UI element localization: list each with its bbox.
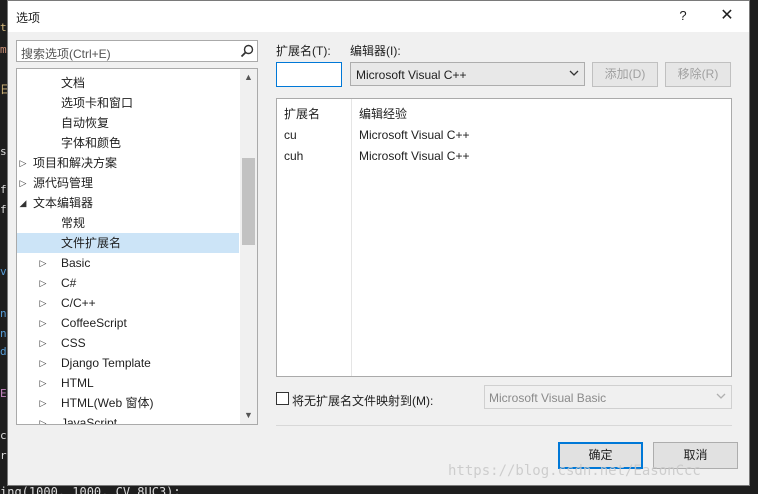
tree-item-label: 文本编辑器 xyxy=(33,196,94,210)
collapsed-arrow-icon[interactable]: ▷ xyxy=(37,293,49,313)
map-editor-select-value: Microsoft Visual Basic xyxy=(489,391,607,405)
tree-item[interactable]: 常规 xyxy=(17,213,239,233)
table-row-editor[interactable]: Microsoft Visual C++ xyxy=(359,149,470,163)
table-row-extension[interactable]: cu xyxy=(284,128,297,142)
tree-item-label: CSS xyxy=(61,336,86,350)
extension-table: 扩展名 编辑经验 cu Microsoft Visual C++ cuh Mic… xyxy=(276,98,732,377)
tree-item-label: C/C++ xyxy=(61,296,96,310)
collapsed-arrow-icon[interactable]: ▷ xyxy=(37,353,49,373)
tree-item[interactable]: ◢ 文本编辑器 xyxy=(17,193,239,213)
tree-item[interactable]: 自动恢复 xyxy=(17,113,239,133)
search-input[interactable]: 搜索选项(Ctrl+E) xyxy=(16,40,258,62)
collapsed-arrow-icon[interactable]: ▷ xyxy=(37,333,49,353)
map-editor-select[interactable]: Microsoft Visual Basic xyxy=(484,385,732,409)
column-divider xyxy=(351,99,352,376)
editor-label: 编辑器(I): xyxy=(350,44,401,58)
extension-label: 扩展名(T): xyxy=(276,44,331,58)
collapsed-arrow-icon[interactable]: ▷ xyxy=(37,253,49,273)
collapsed-arrow-icon[interactable]: ▷ xyxy=(17,173,29,193)
tree-item-label: 自动恢复 xyxy=(61,116,110,130)
search-icon[interactable] xyxy=(240,44,254,58)
tree-item[interactable]: ▷ JavaScript xyxy=(17,413,239,425)
collapsed-arrow-icon[interactable]: ▷ xyxy=(37,393,49,413)
editor-select[interactable]: Microsoft Visual C++ xyxy=(350,62,585,86)
dialog-title: 选项 xyxy=(16,11,41,25)
remove-button[interactable]: 移除(R) xyxy=(665,62,731,87)
tree-item-label: 文件扩展名 xyxy=(61,236,122,250)
tree-item[interactable]: 选项卡和窗口 xyxy=(17,93,239,113)
search-placeholder: 搜索选项(Ctrl+E) xyxy=(21,47,111,61)
title-bar: 选项 ? ✕ xyxy=(8,1,749,32)
chevron-down-icon xyxy=(716,393,726,399)
map-extensionless-label[interactable]: 将无扩展名文件映射到(M): xyxy=(292,392,433,409)
tree-item[interactable]: ▷ 项目和解决方案 xyxy=(17,153,239,173)
map-extensionless-checkbox[interactable] xyxy=(276,392,289,405)
options-dialog: 选项 ? ✕ 搜索选项(Ctrl+E) 文档选项卡和窗口 自动恢复字体和颜色 ▷ 项目… xyxy=(7,0,750,486)
editor-select-value: Microsoft Visual C++ xyxy=(356,68,467,82)
close-button[interactable]: ✕ xyxy=(714,5,740,27)
collapsed-arrow-icon[interactable]: ▷ xyxy=(17,153,29,173)
collapsed-arrow-icon[interactable]: ▷ xyxy=(37,373,49,393)
tree-item-label: CoffeeScript xyxy=(61,316,127,330)
tree-item[interactable]: ▷ C/C++ xyxy=(17,293,239,313)
help-button[interactable]: ? xyxy=(670,5,696,27)
tree-item[interactable]: ▷ 源代码管理 xyxy=(17,173,239,193)
watermark: https://blog.csdn.net/EasonCcc xyxy=(448,463,701,479)
tree-item-label: 常规 xyxy=(61,216,86,230)
tree-item-label: Basic xyxy=(61,256,91,270)
tree-item-label: JavaScript xyxy=(61,416,118,425)
column-header-extension[interactable]: 扩展名 xyxy=(284,105,320,122)
tree-item[interactable]: 字体和颜色 xyxy=(17,133,239,153)
tree-item[interactable]: 文档 xyxy=(17,73,239,93)
tree-item[interactable]: 文件扩展名 xyxy=(17,233,239,253)
table-row-extension[interactable]: cuh xyxy=(284,149,303,163)
scroll-down-icon[interactable]: ▼ xyxy=(240,407,257,424)
tree-item[interactable]: ▷ Basic xyxy=(17,253,239,273)
scroll-up-icon[interactable]: ▲ xyxy=(240,69,257,86)
options-tree: 文档 选项卡和窗口 自动恢复 字体和颜色 ▷ 项目和解决方案 ▷ 源代码管理 ◢ 文本编辑器 常规文… xyxy=(16,68,258,425)
add-button[interactable]: 添加(D) xyxy=(592,62,658,87)
tree-item-label: Django Template xyxy=(61,356,151,370)
extension-input[interactable] xyxy=(276,62,342,87)
collapsed-arrow-icon[interactable]: ▷ xyxy=(37,313,49,333)
tree-item-label: HTML(Web 窗体) xyxy=(61,396,154,410)
tree-item[interactable]: ▷ CoffeeScript xyxy=(17,313,239,333)
scroll-thumb[interactable] xyxy=(242,158,255,245)
expanded-arrow-icon[interactable]: ◢ xyxy=(17,193,29,213)
tree-scrollbar[interactable]: ▲ ▼ xyxy=(240,69,257,424)
background-editor-edge xyxy=(750,0,758,486)
tree-item[interactable]: ▷ C# xyxy=(17,273,239,293)
tree-item-label: 文档 xyxy=(61,76,86,90)
table-row-editor[interactable]: Microsoft Visual C++ xyxy=(359,128,470,142)
tree-item-label: 源代码管理 xyxy=(33,176,94,190)
tree-item-label: HTML xyxy=(61,376,94,390)
tree-item[interactable]: ▷ CSS xyxy=(17,333,239,353)
tree-item[interactable]: ▷ Django Template xyxy=(17,353,239,373)
tree-items: 文档 选项卡和窗口 自动恢复 字体和颜色 ▷ 项目和解决方案 ▷ 源代码管理 ◢ 文本编辑器 常规文… xyxy=(17,73,239,425)
column-header-editor[interactable]: 编辑经验 xyxy=(359,105,407,122)
tree-item[interactable]: ▷ HTML xyxy=(17,373,239,393)
tree-item-label: 项目和解决方案 xyxy=(33,156,118,170)
collapsed-arrow-icon[interactable]: ▷ xyxy=(37,413,49,424)
divider xyxy=(276,425,732,426)
chevron-down-icon xyxy=(569,70,579,76)
tree-item[interactable]: ▷ HTML(Web 窗体) xyxy=(17,393,239,413)
background-code-line: ing(1000, 1000, CV_8UC3); xyxy=(0,486,181,494)
collapsed-arrow-icon[interactable]: ▷ xyxy=(37,273,49,293)
tree-item-label: C# xyxy=(61,276,77,290)
tree-item-label: 选项卡和窗口 xyxy=(61,96,134,110)
tree-item-label: 字体和颜色 xyxy=(61,136,122,150)
